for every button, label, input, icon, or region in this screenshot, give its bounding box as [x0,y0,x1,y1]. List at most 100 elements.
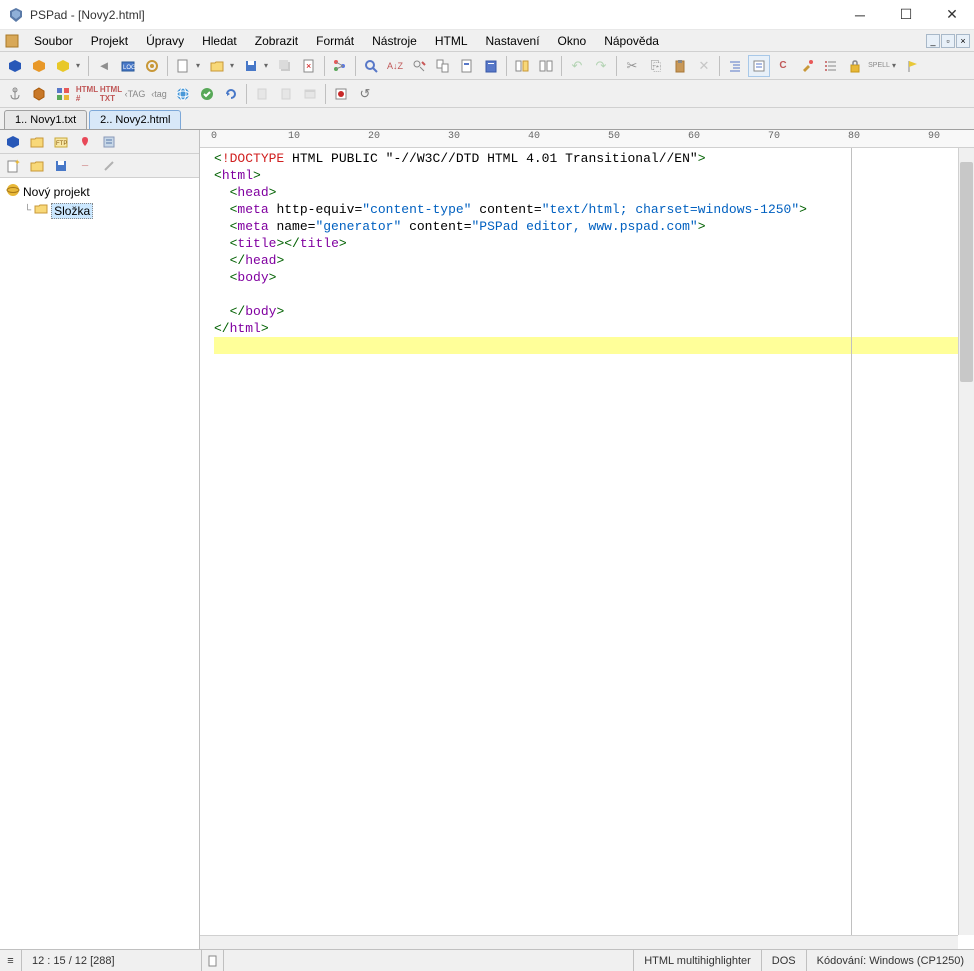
dropdown-icon[interactable]: ▾ [76,61,84,70]
find-files-icon[interactable] [432,55,454,77]
code-editor[interactable]: <!DOCTYPE HTML PUBLIC "-//W3C//DTD HTML … [200,148,974,949]
menu-zobrazit[interactable]: Zobrazit [247,32,306,50]
tag-icon[interactable]: ‹TAG [124,83,146,105]
code-line[interactable]: </html> [214,320,974,337]
record-icon[interactable] [330,83,352,105]
menu-html[interactable]: HTML [427,32,476,50]
code-line[interactable]: </head> [214,252,974,269]
save-project-icon[interactable] [50,155,72,177]
cube-icon[interactable] [28,83,50,105]
refresh-blue-icon[interactable] [220,83,242,105]
book-icon[interactable] [480,55,502,77]
close-file-icon[interactable]: × [298,55,320,77]
project-tree[interactable]: Nový projekt └ Složka [0,178,199,949]
tools-icon[interactable] [98,155,120,177]
tab-novy2[interactable]: 2.. Novy2.html [89,110,181,129]
code-line[interactable]: <!DOCTYPE HTML PUBLIC "-//W3C//DTD HTML … [214,150,974,167]
open-project-icon[interactable] [26,155,48,177]
compare-icon[interactable] [511,55,533,77]
tree-icon[interactable] [329,55,351,77]
menu-format[interactable]: Formát [308,32,362,50]
save-icon[interactable] [240,55,262,77]
save-all-icon[interactable] [274,55,296,77]
grid-icon[interactable] [52,83,74,105]
brush-icon[interactable] [796,55,818,77]
replace-icon[interactable] [408,55,430,77]
menu-napoveda[interactable]: Nápověda [596,32,667,50]
status-menu-icon[interactable]: ≡ [0,950,22,971]
open-file-icon[interactable] [206,55,228,77]
tree-folder[interactable]: └ Složka [22,201,195,220]
dropdown-icon[interactable]: ▾ [892,61,900,70]
tree-root[interactable]: Nový projekt [4,182,195,201]
redo-icon[interactable]: ↷ [590,55,612,77]
list-icon[interactable] [820,55,842,77]
favorites-tab-icon[interactable] [74,131,96,153]
menu-nastaveni[interactable]: Nastavení [478,32,548,50]
hex-orange-icon[interactable] [28,55,50,77]
menu-upravy[interactable]: Úpravy [138,32,192,50]
hex-yellow-icon[interactable] [52,55,74,77]
close-button[interactable]: ✕ [938,5,966,25]
files-tab-icon[interactable] [98,131,120,153]
lock-icon[interactable] [844,55,866,77]
menu-soubor[interactable]: Soubor [26,32,81,50]
dropdown-icon[interactable]: ▾ [230,61,238,70]
status-doc-icon[interactable] [202,950,224,971]
tab-novy1[interactable]: 1.. Novy1.txt [4,110,87,129]
ftp-tab-icon[interactable]: FTP [50,131,72,153]
gear-icon[interactable] [141,55,163,77]
delete-icon[interactable]: ✕ [693,55,715,77]
status-lineend[interactable]: DOS [762,950,807,971]
diff-icon[interactable] [535,55,557,77]
code-line[interactable]: <meta name="generator" content="PSPad ed… [214,218,974,235]
code-line[interactable]: <html> [214,167,974,184]
window-icon[interactable] [299,83,321,105]
back-icon[interactable]: ◄ [93,55,115,77]
sort-icon[interactable]: A↓Z [384,55,406,77]
doc2-icon[interactable] [275,83,297,105]
hex-blue-icon[interactable] [4,55,26,77]
indent-icon[interactable] [724,55,746,77]
minimize-button[interactable]: ─ [846,5,874,25]
copy-icon[interactable]: ⎘ [645,55,667,77]
log-icon[interactable]: LOG [117,55,139,77]
maximize-button[interactable]: ☐ [892,5,920,25]
project-tab-icon[interactable] [2,131,24,153]
code-line[interactable]: </body> [214,303,974,320]
html-txt-icon[interactable]: HTMLTXT [100,83,122,105]
search-icon[interactable] [360,55,382,77]
status-encoding[interactable]: Kódování: Windows (CP1250) [807,950,974,971]
code-c-icon[interactable]: C [772,55,794,77]
undo-icon[interactable]: ↶ [566,55,588,77]
code-line[interactable]: <head> [214,184,974,201]
loop-icon[interactable]: ↺ [354,83,376,105]
mdi-close-button[interactable]: × [956,34,970,48]
doc1-icon[interactable] [251,83,273,105]
menu-hledat[interactable]: Hledat [194,32,245,50]
dropdown-icon[interactable]: ▾ [264,61,272,70]
html-hash-icon[interactable]: HTML# [76,83,98,105]
new-project-icon[interactable]: ✦ [2,155,24,177]
code-line[interactable]: <body> [214,269,974,286]
code-line[interactable]: <meta http-equiv="content-type" content=… [214,201,974,218]
mdi-restore-button[interactable]: ▫ [941,34,955,48]
vertical-scrollbar[interactable] [958,148,974,935]
folder-tab-icon[interactable] [26,131,48,153]
bookmark-icon[interactable] [456,55,478,77]
cut-icon[interactable]: ✂ [621,55,643,77]
remove-icon[interactable]: − [74,155,96,177]
code-line[interactable] [214,286,974,303]
tag-close-icon[interactable]: ‹tag [148,83,170,105]
globe-icon[interactable] [172,83,194,105]
app-menu-icon[interactable] [4,33,20,49]
menu-okno[interactable]: Okno [550,32,595,50]
code-line[interactable]: <title></title> [214,235,974,252]
new-file-icon[interactable] [172,55,194,77]
menu-nastroje[interactable]: Nástroje [364,32,425,50]
anchor-icon[interactable] [4,83,26,105]
flag-icon[interactable] [902,55,924,77]
status-highlighter[interactable]: HTML multihighlighter [634,950,762,971]
mdi-minimize-button[interactable]: _ [926,34,940,48]
dropdown-icon[interactable]: ▾ [196,61,204,70]
